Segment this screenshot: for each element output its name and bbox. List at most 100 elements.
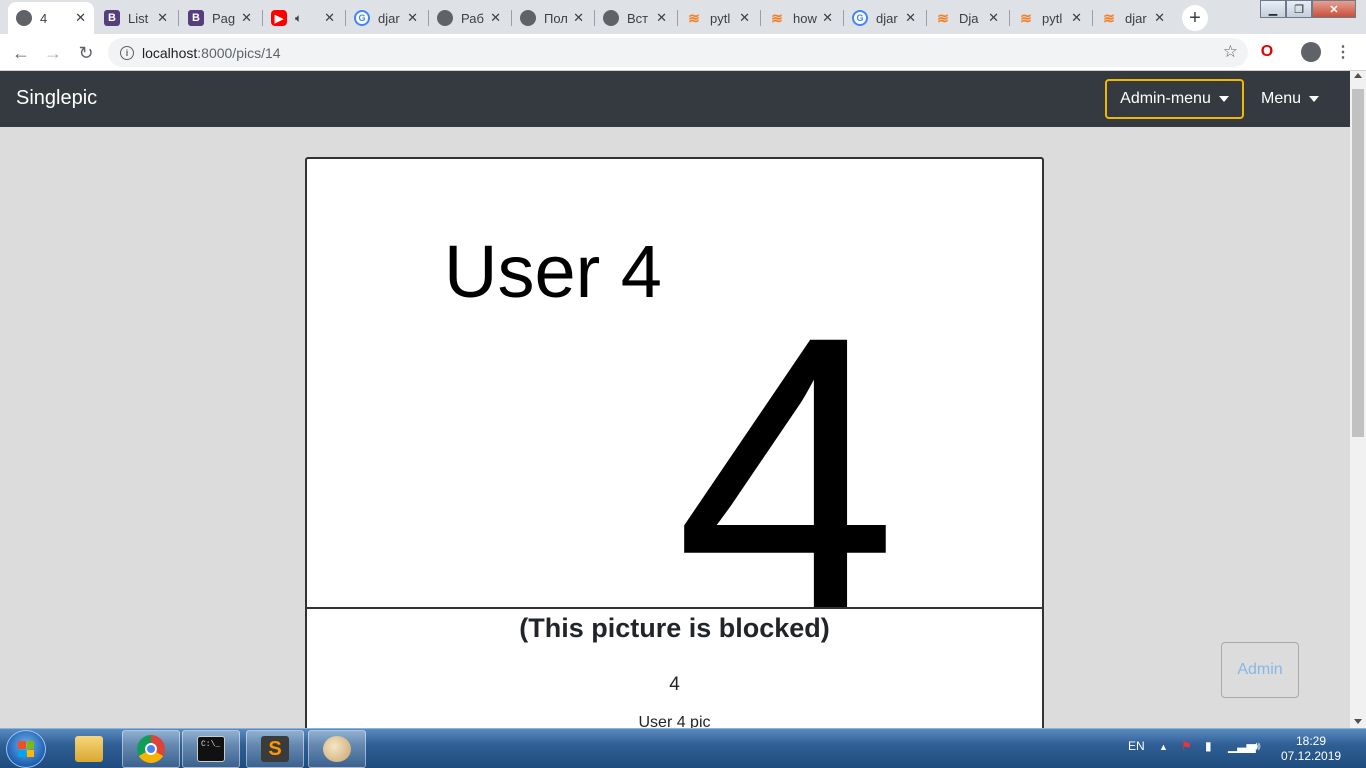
taskbar-cmd[interactable]: C:\_ [182, 730, 240, 768]
tab-title: pytl [710, 10, 731, 26]
opera-adblock-icon[interactable]: O [1257, 42, 1277, 62]
close-icon[interactable]: ✕ [241, 10, 252, 26]
tab-7[interactable]: Вст ✕ [595, 2, 675, 34]
tab-5[interactable]: Раб ✕ [429, 2, 509, 34]
tab-11[interactable]: ≋ Dja ✕ [927, 2, 1007, 34]
reload-icon[interactable]: ↻ [73, 40, 99, 66]
stackoverflow-icon: ≋ [1020, 9, 1032, 26]
stackoverflow-icon: ≋ [1103, 9, 1115, 26]
tab-title: List [128, 10, 149, 26]
close-icon[interactable]: ✕ [822, 10, 833, 26]
tab-title: djar [876, 10, 898, 26]
tab-title: pytl [1042, 10, 1063, 26]
tab-0[interactable]: 4 ✕ [8, 2, 94, 34]
back-icon[interactable]: ← [8, 40, 34, 66]
close-icon[interactable]: ✕ [157, 10, 168, 26]
admin-menu-dropdown[interactable]: Admin-menu [1105, 79, 1244, 119]
tab-title: Dja [959, 10, 979, 26]
tab-9[interactable]: ≋ how ✕ [761, 2, 841, 34]
close-icon[interactable]: ✕ [407, 10, 418, 26]
taskbar-sublime[interactable]: S [246, 730, 304, 768]
close-icon[interactable]: ✕ [905, 10, 916, 26]
windows-logo-icon [18, 741, 34, 757]
close-icon[interactable]: ✕ [324, 10, 335, 26]
admin-button[interactable]: Admin [1221, 642, 1299, 698]
paint-icon [323, 736, 351, 762]
language-indicator[interactable]: EN [1128, 739, 1145, 753]
tab-title: 4 [40, 10, 48, 26]
picture-image: User 4 4 [307, 159, 1042, 609]
account-icon[interactable] [1301, 42, 1321, 62]
tab-title: how [793, 10, 817, 26]
forward-icon[interactable]: → [40, 40, 66, 66]
close-icon[interactable]: ✕ [490, 10, 501, 26]
tab-8[interactable]: ≋ pytl ✕ [678, 2, 758, 34]
url-host: localhost [142, 44, 198, 61]
close-icon[interactable]: ✕ [656, 10, 667, 26]
google-icon: G [354, 10, 370, 26]
scroll-down-icon[interactable] [1354, 719, 1362, 724]
tab-12[interactable]: ≋ pytl ✕ [1010, 2, 1090, 34]
tab-title: djar [378, 10, 400, 26]
taskbar-paint[interactable] [308, 730, 366, 768]
caret-down-icon [1218, 96, 1229, 102]
bookmark-star-icon[interactable]: ☆ [1223, 42, 1238, 62]
tab-2[interactable]: B Pag ✕ [180, 2, 260, 34]
window-close-button[interactable]: ✕ [1312, 0, 1356, 18]
maximize-button[interactable]: ❐ [1286, 0, 1312, 18]
sublime-text-icon: S [261, 736, 289, 762]
tab-divider [178, 10, 179, 26]
close-icon[interactable]: ✕ [75, 10, 86, 26]
close-icon[interactable]: ✕ [988, 10, 999, 26]
battery-icon[interactable]: ▮ [1205, 739, 1212, 753]
admin-menu-label: Admin-menu [1120, 90, 1211, 107]
scrollbar-thumb[interactable] [1352, 89, 1364, 437]
menu-dropdown[interactable]: Menu [1252, 79, 1328, 119]
kebab-menu-icon[interactable]: ⋮ [1333, 42, 1353, 62]
action-center-icon[interactable]: ⚑ [1181, 739, 1192, 753]
page-viewport: Singlepic Admin-menu Menu User 4 4 (This… [0, 71, 1350, 728]
scroll-up-icon[interactable] [1354, 73, 1362, 78]
info-icon[interactable]: i [120, 45, 134, 60]
tab-4[interactable]: G djar ✕ [346, 2, 426, 34]
clock-date: 07.12.2019 [1281, 749, 1342, 763]
taskbar-chrome[interactable] [122, 730, 180, 768]
google-icon: G [852, 10, 868, 26]
close-icon[interactable]: ✕ [1154, 10, 1165, 26]
navbar: Singlepic Admin-menu Menu [0, 71, 1350, 127]
close-icon[interactable]: ✕ [739, 10, 750, 26]
scrollbar[interactable] [1350, 71, 1366, 728]
tab-10[interactable]: G djar ✕ [844, 2, 924, 34]
picture-id: 4 [669, 674, 680, 695]
network-icon[interactable]: ▁▃▅ [1228, 739, 1256, 753]
close-icon[interactable]: ✕ [1071, 10, 1082, 26]
tab-title: djar [1125, 10, 1147, 26]
tab-6[interactable]: Пол ✕ [512, 2, 592, 34]
picture-card: User 4 4 (This picture is blocked) 4 Use… [305, 157, 1044, 728]
image-number: 4 [675, 253, 898, 609]
taskbar-explorer[interactable] [60, 730, 118, 768]
new-tab-button[interactable]: + [1182, 5, 1208, 31]
tab-3[interactable]: ▶ 🔈︎ ✕ [263, 2, 343, 34]
chrome-icon [137, 735, 165, 763]
stackoverflow-icon: ≋ [937, 9, 949, 26]
close-icon[interactable]: ✕ [573, 10, 584, 26]
minimize-button[interactable]: ▁ [1260, 0, 1286, 18]
tab-1[interactable]: B List ✕ [96, 2, 176, 34]
window-controls: ▁ ❐ ✕ [1260, 0, 1356, 18]
show-hidden-icons-icon[interactable]: ▲ [1159, 742, 1168, 752]
speaker-icon[interactable]: 🔈︎ [295, 11, 302, 26]
menu-label: Menu [1260, 90, 1302, 107]
folder-icon [75, 736, 103, 762]
tab-13[interactable]: ≋ djar ✕ [1093, 2, 1173, 34]
clock[interactable]: 18:29 07.12.2019 [1281, 734, 1341, 764]
globe-icon [520, 10, 536, 26]
terminal-icon: C:\_ [197, 736, 225, 762]
volume-icon[interactable]: 🔊︎ [1253, 739, 1261, 754]
youtube-icon: ▶ [271, 10, 287, 26]
brand-link[interactable]: Singlepic [16, 87, 97, 110]
start-button[interactable] [6, 730, 46, 768]
caret-down-icon [1309, 96, 1320, 102]
address-bar[interactable]: i localhost:8000/pics/14 ☆ [108, 38, 1248, 67]
globe-icon [603, 10, 619, 26]
